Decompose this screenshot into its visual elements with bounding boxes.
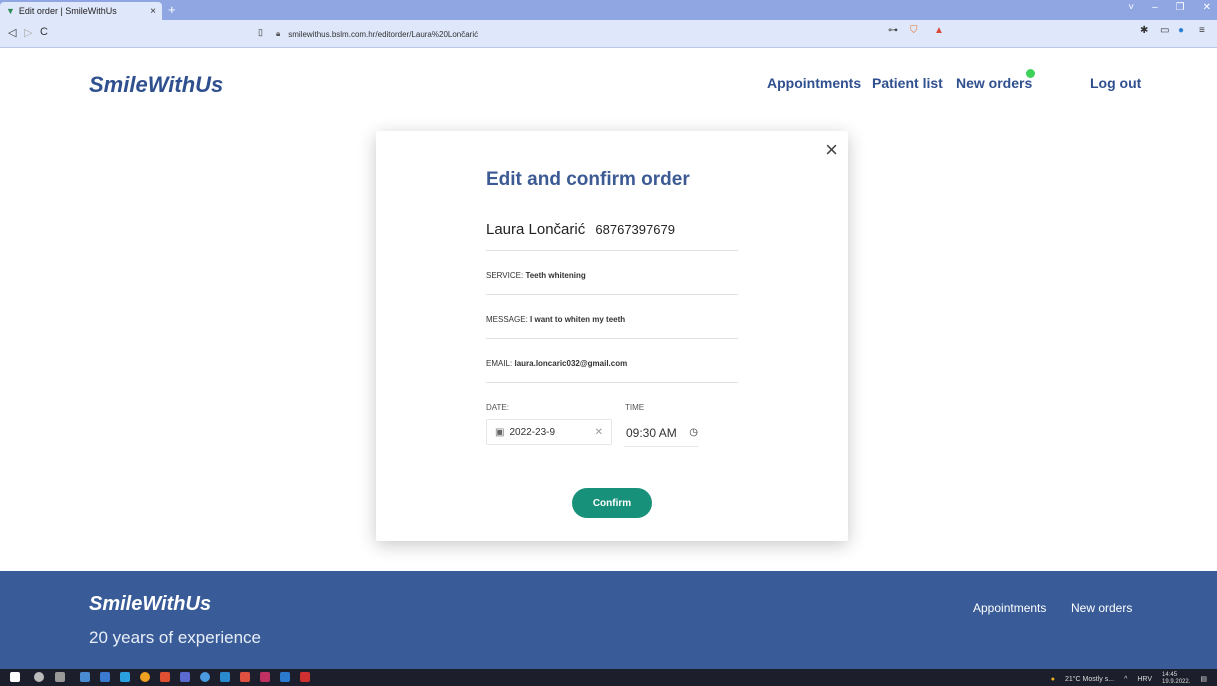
browser-tab-bar: ▼ Edit order | SmileWithUs × + ˅ – ❐ ✕ bbox=[0, 0, 1217, 20]
taskbar-app-icon[interactable] bbox=[260, 672, 270, 682]
tab-title: Edit order | SmileWithUs bbox=[18, 6, 117, 16]
window-controls: ˅ – ❐ ✕ bbox=[1128, 2, 1211, 13]
system-tray: ● 21°C Mostly s... ^ HRV 14:45 19.9.2022… bbox=[1051, 672, 1207, 686]
language-indicator[interactable]: HRV bbox=[1137, 676, 1152, 683]
tab-search-icon[interactable]: ˅ bbox=[1128, 2, 1134, 13]
clock-date: 19.9.2022. bbox=[1162, 679, 1191, 685]
modal-title: Edit and confirm order bbox=[486, 169, 690, 190]
nav-appointments[interactable]: Appointments bbox=[767, 75, 861, 91]
email-row: EMAIL: laura.loncaric032@gmail.com bbox=[486, 359, 738, 383]
taskbar-app-icon[interactable] bbox=[80, 672, 90, 682]
confirm-button[interactable]: Confirm bbox=[572, 488, 652, 518]
lock-icon: 🔒︎ bbox=[276, 29, 281, 38]
start-icon[interactable] bbox=[10, 672, 20, 682]
reload-icon[interactable]: C bbox=[40, 26, 48, 38]
brave-shield-icon[interactable]: ⛉ bbox=[910, 25, 918, 36]
chevron-up-icon[interactable]: ^ bbox=[1124, 676, 1127, 683]
taskbar-app-icon[interactable] bbox=[300, 672, 310, 682]
email-label: EMAIL: bbox=[486, 359, 513, 368]
taskbar-app-icon[interactable] bbox=[140, 672, 150, 682]
taskbar-app-icon[interactable] bbox=[200, 672, 210, 682]
taskbar-app-icon[interactable] bbox=[120, 672, 130, 682]
clock-time: 14:45 bbox=[1162, 672, 1178, 678]
date-picker[interactable]: ▣ 2022-23-9 ✕ bbox=[486, 419, 612, 445]
maximize-button[interactable]: ❐ bbox=[1176, 2, 1185, 13]
profile-icon[interactable]: ● bbox=[1178, 25, 1184, 36]
forward-icon[interactable]: ▷ bbox=[24, 26, 32, 39]
patient-row: Laura Lončarić 68767397679 bbox=[486, 221, 738, 251]
key-icon[interactable]: ⊶ bbox=[888, 25, 898, 36]
tab-close-icon[interactable]: × bbox=[150, 6, 156, 17]
message-label: MESSAGE: bbox=[486, 315, 528, 324]
footer-logo[interactable]: SmileWithUs bbox=[89, 593, 211, 616]
os-taskbar: ● 21°C Mostly s... ^ HRV 14:45 19.9.2022… bbox=[0, 669, 1217, 686]
close-window-button[interactable]: ✕ bbox=[1203, 2, 1211, 13]
taskbar-app-icon[interactable] bbox=[220, 672, 230, 682]
task-view-icon[interactable] bbox=[55, 672, 65, 682]
clock-icon[interactable]: ◷ bbox=[689, 427, 698, 438]
logout-link[interactable]: Log out bbox=[1090, 75, 1141, 91]
date-label: DATE: bbox=[486, 403, 509, 412]
taskbar-app-icon[interactable] bbox=[240, 672, 250, 682]
weather-text[interactable]: 21°C Mostly s... bbox=[1065, 676, 1114, 683]
nav-new-orders[interactable]: New orders bbox=[956, 75, 1032, 91]
message-row: MESSAGE: I want to whiten my teeth bbox=[486, 315, 738, 339]
extensions-icon[interactable]: ✱ bbox=[1140, 25, 1148, 36]
email-value: laura.loncaric032@gmail.com bbox=[514, 359, 628, 368]
footer-tagline: 20 years of experience bbox=[89, 628, 261, 647]
clock[interactable]: 14:45 19.9.2022. bbox=[1162, 672, 1190, 686]
patient-name: Laura Lončarić bbox=[486, 221, 586, 238]
nav-patient-list[interactable]: Patient list bbox=[872, 75, 943, 91]
taskbar-app-icon[interactable] bbox=[180, 672, 190, 682]
site-footer: SmileWithUs 20 years of experience Appoi… bbox=[0, 571, 1217, 669]
taskbar-app-icon[interactable] bbox=[160, 672, 170, 682]
date-value: 2022-23-9 bbox=[509, 426, 556, 438]
sidebar-icon[interactable]: ▭ bbox=[1160, 25, 1169, 36]
taskbar-app-icon[interactable] bbox=[280, 672, 290, 682]
site-favicon-icon: ▼ bbox=[6, 6, 15, 16]
new-orders-indicator bbox=[1026, 69, 1035, 78]
time-picker[interactable]: 09:30 AM ◷ bbox=[624, 419, 698, 447]
url-text: smilewithus.bslm.com.hr/editorder/Laura%… bbox=[288, 29, 479, 39]
site-logo[interactable]: SmileWithUs bbox=[89, 72, 223, 98]
close-icon[interactable]: × bbox=[825, 137, 838, 163]
back-icon[interactable]: ◁ bbox=[8, 26, 16, 39]
weather-icon: ● bbox=[1050, 675, 1055, 683]
service-label: SERVICE: bbox=[486, 271, 524, 280]
service-value: Teeth whitening bbox=[525, 271, 586, 280]
footer-link-appointments[interactable]: Appointments bbox=[973, 601, 1046, 615]
search-icon[interactable] bbox=[34, 672, 44, 682]
service-row: SERVICE: Teeth whitening bbox=[486, 271, 738, 295]
url-field[interactable]: 🔒︎ smilewithus.bslm.com.hr/editorder/Lau… bbox=[276, 26, 976, 42]
calendar-icon: ▣ bbox=[495, 426, 505, 438]
clear-date-icon[interactable]: ✕ bbox=[595, 427, 603, 438]
taskbar-app-icon[interactable] bbox=[100, 672, 110, 682]
time-value: 09:30 AM bbox=[626, 425, 677, 440]
notification-icon[interactable]: ▤ bbox=[1200, 675, 1207, 683]
rewards-icon[interactable]: ▲ bbox=[934, 25, 944, 36]
menu-icon[interactable]: ≡ bbox=[1199, 25, 1205, 36]
patient-id: 68767397679 bbox=[595, 222, 675, 237]
minimize-button[interactable]: – bbox=[1152, 2, 1158, 13]
message-value: I want to whiten my teeth bbox=[530, 315, 626, 324]
footer-link-new-orders[interactable]: New orders bbox=[1071, 601, 1132, 615]
edit-order-modal: × Edit and confirm order Laura Lončarić … bbox=[376, 131, 848, 541]
browser-tab[interactable]: ▼ Edit order | SmileWithUs × bbox=[0, 2, 162, 20]
address-bar: ◁ ▷ C ▯ 🔒︎ smilewithus.bslm.com.hr/edito… bbox=[0, 20, 1217, 48]
time-label: TIME bbox=[625, 403, 645, 412]
bookmark-icon[interactable]: ▯ bbox=[258, 27, 263, 38]
new-tab-button[interactable]: + bbox=[168, 2, 176, 17]
